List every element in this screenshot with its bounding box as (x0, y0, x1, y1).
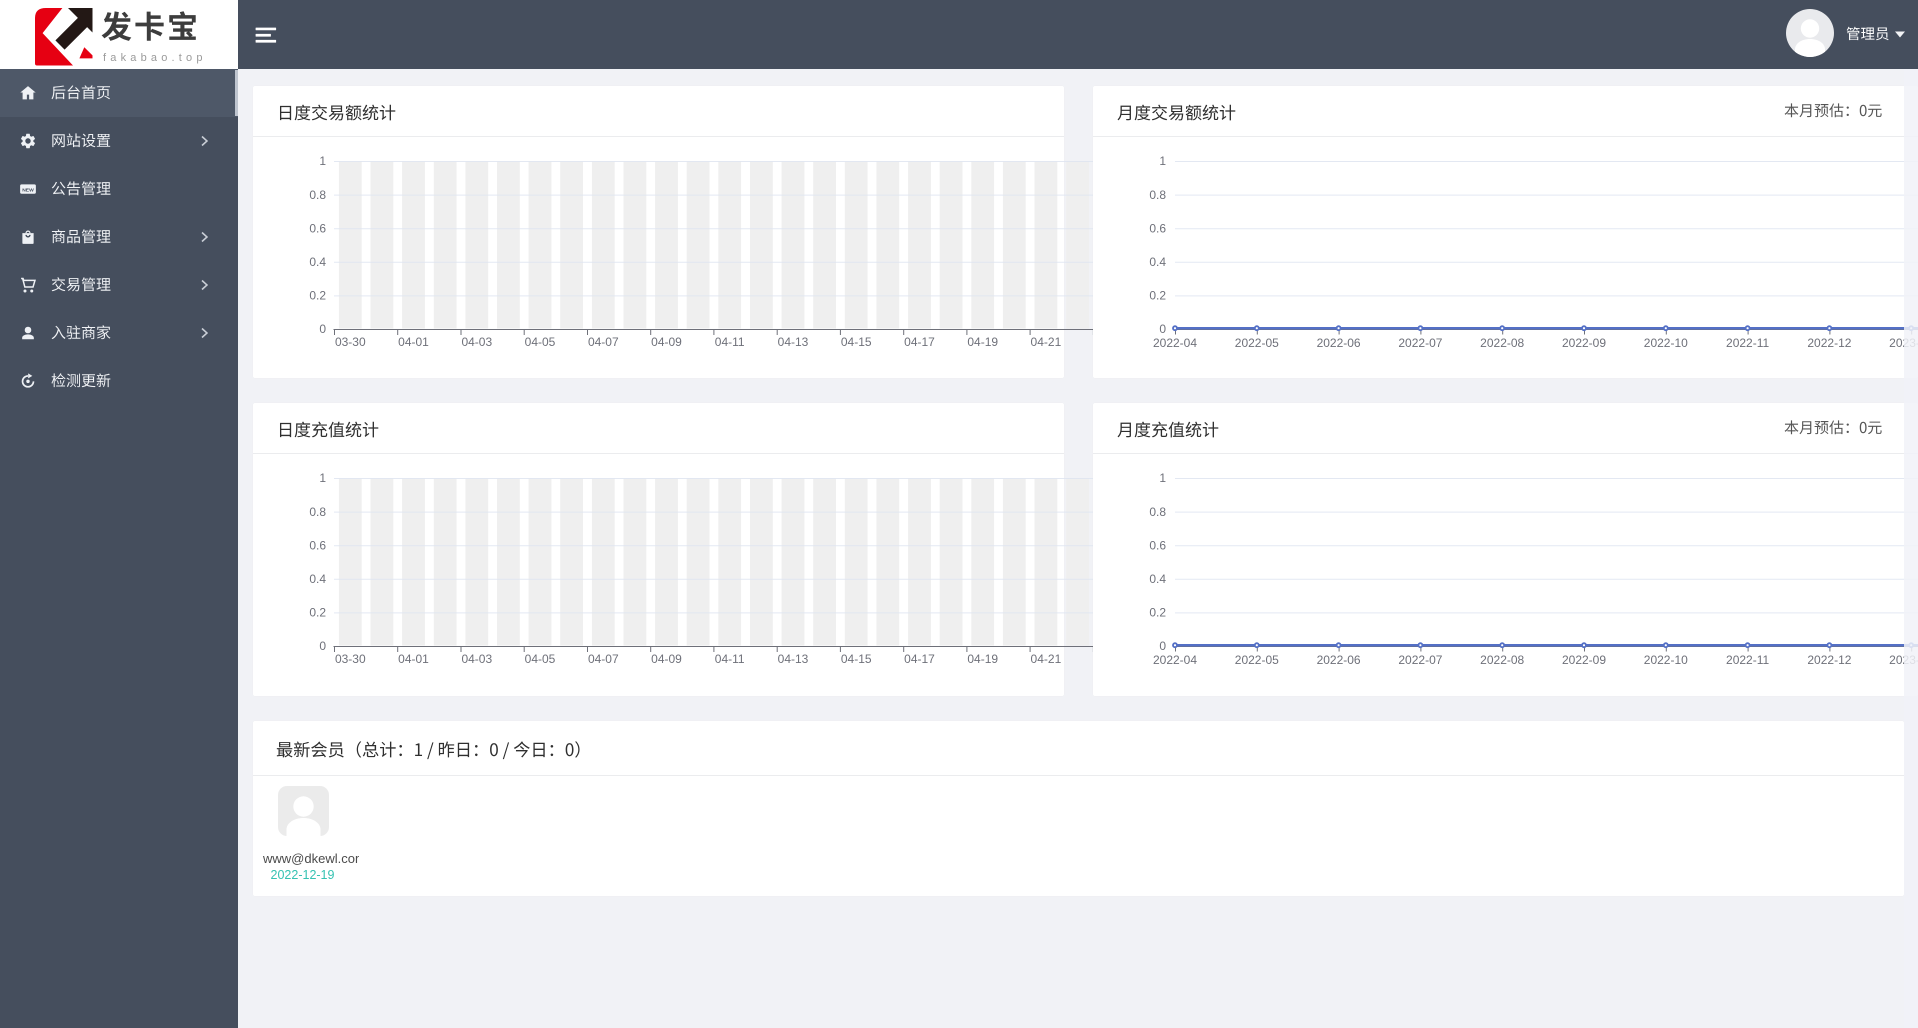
svg-text:04-09: 04-09 (651, 335, 682, 349)
svg-text:0.4: 0.4 (309, 255, 326, 269)
svg-text:2022-11: 2022-11 (1726, 653, 1769, 667)
svg-text:0: 0 (319, 322, 326, 336)
svg-text:1: 1 (319, 471, 326, 485)
svg-text:2022-10: 2022-10 (1644, 653, 1688, 667)
svg-text:04-15: 04-15 (841, 335, 872, 349)
svg-text:2022-04: 2022-04 (1153, 653, 1197, 667)
svg-text:04-11: 04-11 (715, 652, 745, 666)
svg-text:04-07: 04-07 (588, 652, 619, 666)
svg-text:04-01: 04-01 (398, 652, 429, 666)
svg-text:2022-05: 2022-05 (1235, 336, 1279, 350)
svg-text:0.6: 0.6 (1149, 538, 1166, 552)
svg-text:2022-04: 2022-04 (1153, 336, 1197, 350)
svg-text:2022-09: 2022-09 (1562, 336, 1606, 350)
svg-text:2022-07: 2022-07 (1398, 336, 1442, 350)
svg-text:1: 1 (1159, 154, 1166, 168)
svg-text:2022-08: 2022-08 (1480, 653, 1524, 667)
svg-text:04-17: 04-17 (904, 335, 935, 349)
svg-text:0.6: 0.6 (309, 221, 326, 235)
svg-text:04-05: 04-05 (525, 652, 556, 666)
svg-text:2022-06: 2022-06 (1317, 336, 1361, 350)
svg-text:04-13: 04-13 (778, 335, 809, 349)
svg-text:04-17: 04-17 (904, 652, 935, 666)
svg-text:04-01: 04-01 (398, 335, 429, 349)
svg-text:2022-07: 2022-07 (1398, 653, 1442, 667)
svg-text:1: 1 (319, 154, 326, 168)
svg-text:0: 0 (319, 639, 326, 653)
svg-text:0.2: 0.2 (309, 289, 326, 303)
svg-text:2022-12: 2022-12 (1807, 336, 1851, 350)
svg-text:0.4: 0.4 (309, 572, 326, 586)
svg-text:04-19: 04-19 (967, 335, 998, 349)
svg-text:0.6: 0.6 (1149, 221, 1166, 235)
svg-text:03-30: 03-30 (335, 652, 366, 666)
svg-text:04-21: 04-21 (1031, 652, 1062, 666)
svg-text:0: 0 (1159, 322, 1166, 336)
svg-text:0.8: 0.8 (309, 188, 326, 202)
svg-text:04-07: 04-07 (588, 335, 619, 349)
svg-text:04-15: 04-15 (841, 652, 872, 666)
svg-text:1: 1 (1159, 471, 1166, 485)
svg-text:2022-12: 2022-12 (1807, 653, 1851, 667)
svg-text:04-05: 04-05 (525, 335, 556, 349)
svg-text:04-09: 04-09 (651, 652, 682, 666)
svg-text:04-21: 04-21 (1031, 335, 1062, 349)
svg-text:04-11: 04-11 (715, 335, 745, 349)
svg-text:04-13: 04-13 (778, 652, 809, 666)
svg-text:0.8: 0.8 (1149, 505, 1166, 519)
svg-text:2022-05: 2022-05 (1235, 653, 1279, 667)
svg-text:2022-09: 2022-09 (1562, 653, 1606, 667)
svg-text:0.8: 0.8 (309, 505, 326, 519)
svg-text:04-03: 04-03 (461, 652, 492, 666)
svg-text:0.2: 0.2 (309, 606, 326, 620)
svg-text:0: 0 (1159, 639, 1166, 653)
svg-text:04-19: 04-19 (967, 652, 998, 666)
svg-text:0.4: 0.4 (1149, 255, 1166, 269)
svg-text:2022-08: 2022-08 (1480, 336, 1524, 350)
svg-text:0.8: 0.8 (1149, 188, 1166, 202)
svg-text:NEW: NEW (22, 187, 34, 193)
svg-text:0.6: 0.6 (309, 538, 326, 552)
svg-text:2022-06: 2022-06 (1317, 653, 1361, 667)
svg-text:2022-11: 2022-11 (1726, 336, 1769, 350)
svg-text:0.2: 0.2 (1149, 606, 1166, 620)
svg-text:04-03: 04-03 (461, 335, 492, 349)
svg-text:2022-10: 2022-10 (1644, 336, 1688, 350)
svg-text:0.4: 0.4 (1149, 572, 1166, 586)
svg-text:03-30: 03-30 (335, 335, 366, 349)
svg-text:0.2: 0.2 (1149, 289, 1166, 303)
